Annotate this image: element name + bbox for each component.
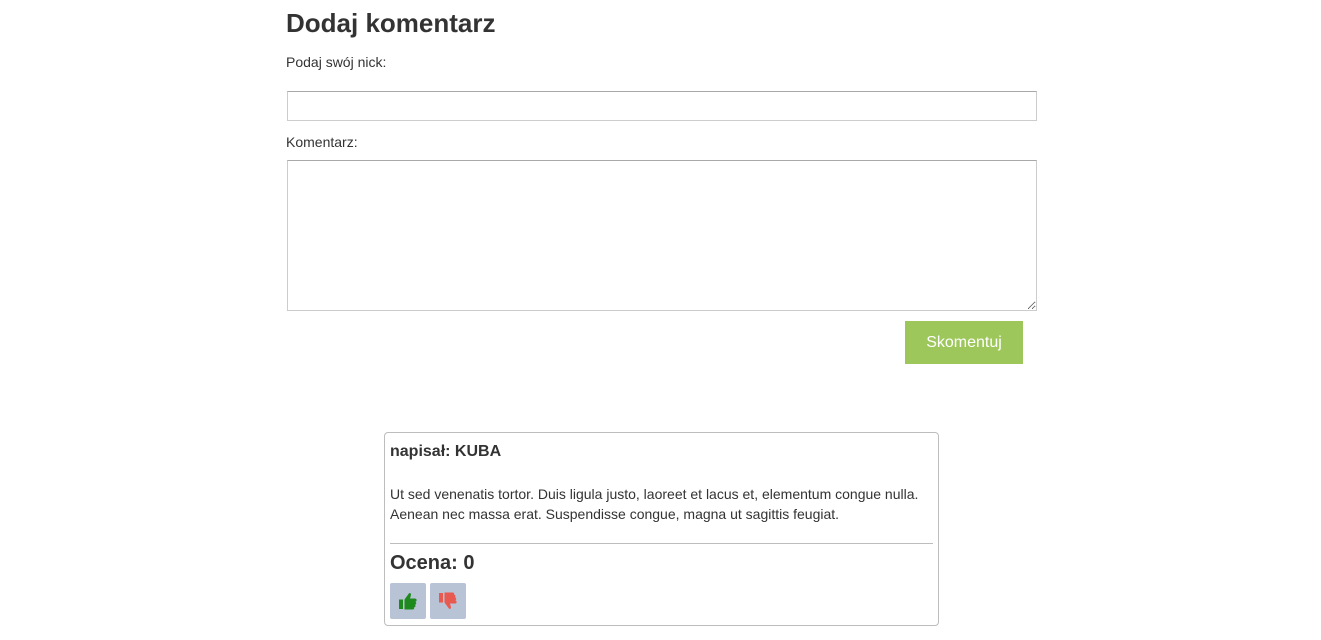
comment-body: Ut sed venenatis tortor. Duis ligula jus… (390, 484, 935, 524)
comment-body-line: Aenean nec massa erat. Suspendisse congu… (390, 506, 840, 522)
comment-card: napisał: KUBA Ut sed venenatis tortor. D… (384, 432, 939, 626)
submit-comment-button[interactable]: Skomentuj (905, 321, 1023, 364)
card-divider (390, 543, 933, 544)
comment-rating: Ocena: 0 (390, 552, 475, 574)
thumbs-down-icon (439, 592, 457, 609)
comment-body-line: Ut sed venenatis tortor. Duis ligula jus… (390, 486, 919, 502)
form-title: Dodaj komentarz (286, 8, 496, 38)
nick-input[interactable] (287, 91, 1037, 121)
vote-down-button[interactable] (430, 583, 466, 619)
comment-textarea[interactable] (287, 160, 1037, 311)
nick-label: Podaj swój nick: (286, 54, 387, 70)
thumbs-up-icon (399, 593, 417, 610)
comment-label: Komentarz: (286, 134, 358, 150)
vote-up-button[interactable] (390, 583, 426, 619)
comment-author: napisał: KUBA (390, 443, 502, 460)
page: Dodaj komentarz Podaj swój nick: Komenta… (0, 0, 1321, 640)
